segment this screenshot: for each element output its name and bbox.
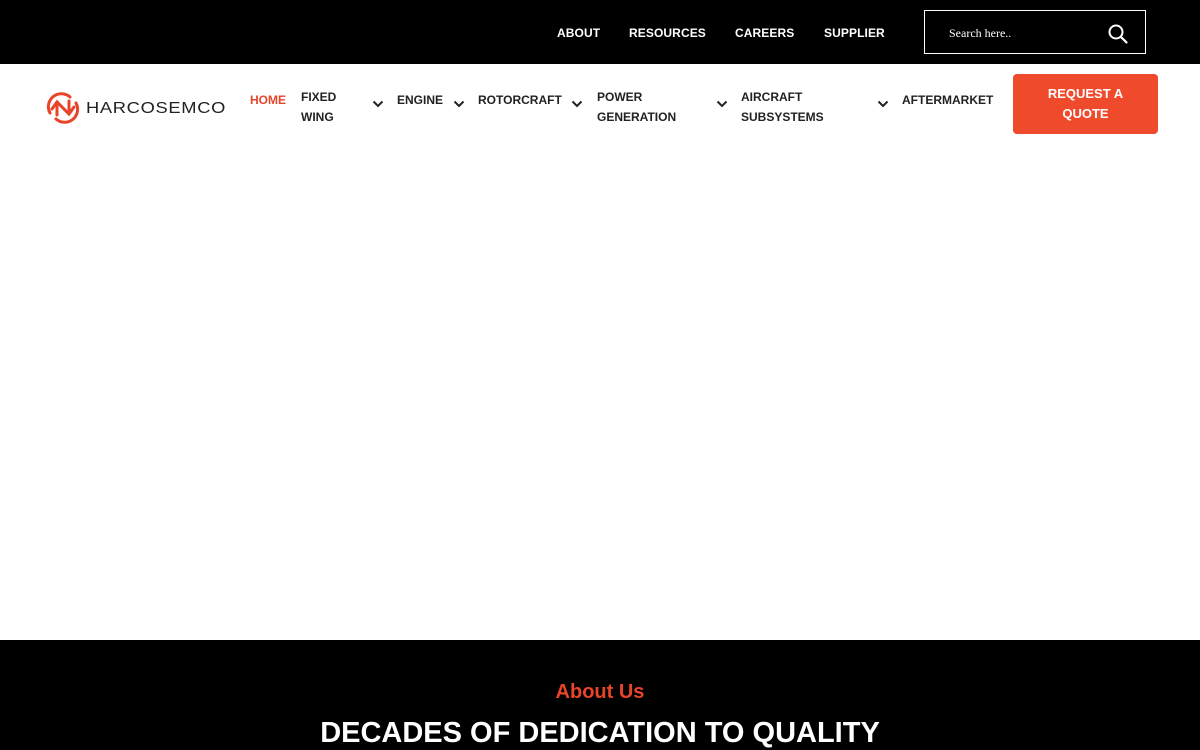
hero-area bbox=[0, 152, 1200, 640]
about-title: DECADES OF DEDICATION TO QUALITY bbox=[320, 717, 880, 749]
search-input[interactable] bbox=[949, 23, 1099, 43]
top-link-resources[interactable]: RESOURCES bbox=[629, 25, 706, 41]
about-section: About Us DECADES OF DEDICATION TO QUALIT… bbox=[0, 640, 1200, 750]
chevron-down-icon[interactable] bbox=[877, 95, 889, 108]
top-utility-bar: ABOUT RESOURCES CAREERS SUPPLIER bbox=[0, 0, 1200, 64]
nav-home[interactable]: HOME bbox=[250, 90, 286, 110]
about-eyebrow: About Us bbox=[555, 681, 645, 703]
request-quote-button[interactable]: REQUEST A QUOTE bbox=[1013, 74, 1158, 134]
chevron-down-icon[interactable] bbox=[372, 95, 384, 108]
nav-aftermarket[interactable]: AFTERMARKET bbox=[902, 90, 993, 110]
top-link-careers[interactable]: CAREERS bbox=[735, 25, 794, 41]
search-box bbox=[924, 10, 1146, 54]
nav-rotorcraft[interactable]: ROTORCRAFT bbox=[478, 90, 562, 110]
main-navbar: HARCOSEMCO HOME FIXED WING ENGINE ROTORC… bbox=[0, 64, 1200, 152]
chevron-down-icon[interactable] bbox=[453, 95, 465, 108]
top-link-about[interactable]: ABOUT bbox=[557, 25, 600, 41]
top-link-supplier[interactable]: SUPPLIER bbox=[824, 25, 885, 41]
nav-engine[interactable]: ENGINE bbox=[397, 90, 443, 110]
nav-aircraft-subsystems[interactable]: AIRCRAFT SUBSYSTEMS bbox=[741, 87, 841, 127]
harcosemco-logo[interactable]: HARCOSEMCO bbox=[44, 89, 230, 127]
nav-fixed-wing[interactable]: FIXED WING bbox=[301, 87, 361, 127]
chevron-down-icon[interactable] bbox=[716, 95, 728, 108]
nav-power-generation[interactable]: POWER GENERATION bbox=[597, 87, 697, 127]
chevron-down-icon[interactable] bbox=[571, 95, 583, 108]
search-icon[interactable] bbox=[1107, 23, 1129, 45]
svg-text:HARCOSEMCO: HARCOSEMCO bbox=[86, 100, 226, 117]
